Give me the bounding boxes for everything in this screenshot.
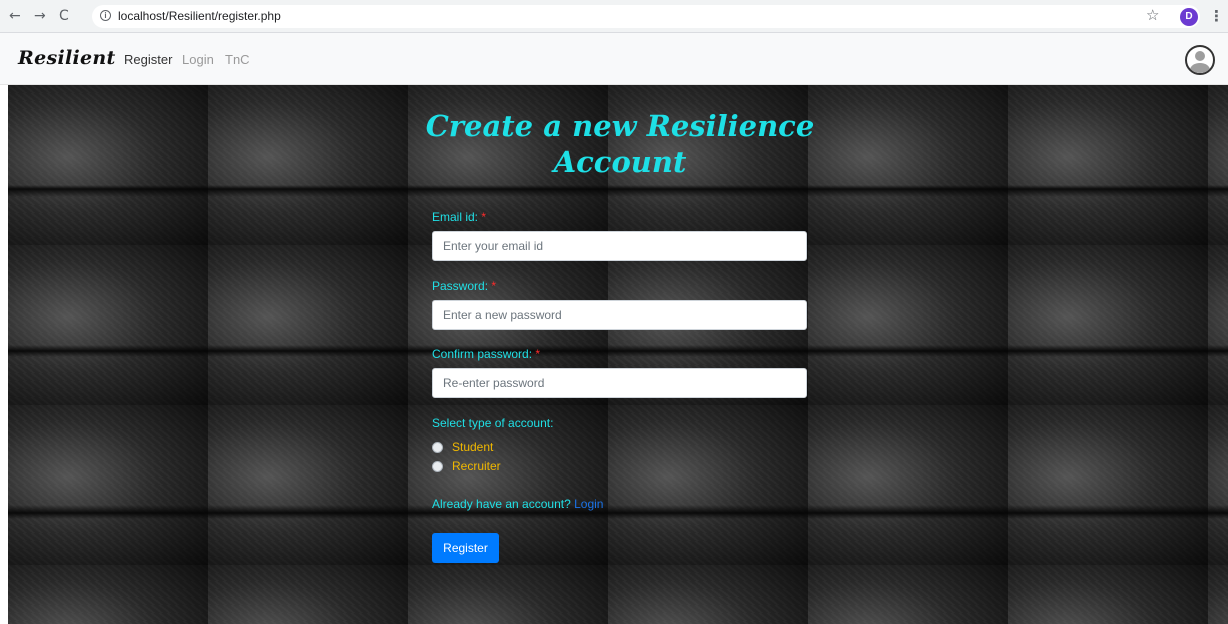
confirm-password-field[interactable] — [432, 368, 807, 398]
password-field[interactable] — [432, 300, 807, 330]
required-asterisk: * — [481, 210, 487, 224]
browser-toolbar: ← → C i localhost/Resilient/register.php… — [0, 0, 1228, 33]
forward-icon[interactable]: → — [34, 7, 46, 25]
radio-label-student[interactable]: Student — [452, 440, 493, 455]
radio-label-recruiter[interactable]: Recruiter — [452, 459, 501, 474]
nav-link-register[interactable]: Register — [124, 52, 172, 68]
password-label: Password: * — [432, 279, 497, 293]
brand-logo[interactable]: Resilient — [18, 47, 116, 69]
reload-icon[interactable]: C — [59, 7, 69, 25]
address-bar[interactable]: i localhost/Resilient/register.php — [92, 5, 1200, 28]
app-navbar: Resilient Register Login TnC — [0, 33, 1228, 85]
account-type-label: Select type of account: — [432, 416, 554, 430]
required-asterisk: * — [491, 279, 497, 293]
radio-button[interactable] — [432, 442, 443, 453]
register-button[interactable]: Register — [432, 533, 499, 563]
radio-button[interactable] — [432, 461, 443, 472]
page-title: Create a new Resilience Account — [425, 109, 815, 179]
login-prompt: Already have an account? Login — [432, 497, 604, 511]
required-asterisk: * — [535, 347, 541, 361]
info-icon[interactable]: i — [100, 10, 111, 21]
login-link[interactable]: Login — [574, 497, 603, 511]
browser-profile-avatar[interactable]: D — [1180, 8, 1198, 26]
url-text[interactable]: localhost/Resilient/register.php — [118, 9, 281, 24]
user-avatar-icon[interactable] — [1185, 45, 1215, 75]
nav-link-tnc[interactable]: TnC — [225, 52, 250, 68]
browser-menu-icon[interactable]: ⋮ — [1209, 7, 1224, 25]
email-field[interactable] — [432, 231, 807, 261]
confirm-password-label: Confirm password: * — [432, 347, 541, 361]
email-label: Email id: * — [432, 210, 487, 224]
back-icon[interactable]: ← — [9, 7, 21, 25]
nav-link-login[interactable]: Login — [182, 52, 214, 68]
bookmark-star-icon[interactable]: ☆ — [1146, 6, 1159, 24]
